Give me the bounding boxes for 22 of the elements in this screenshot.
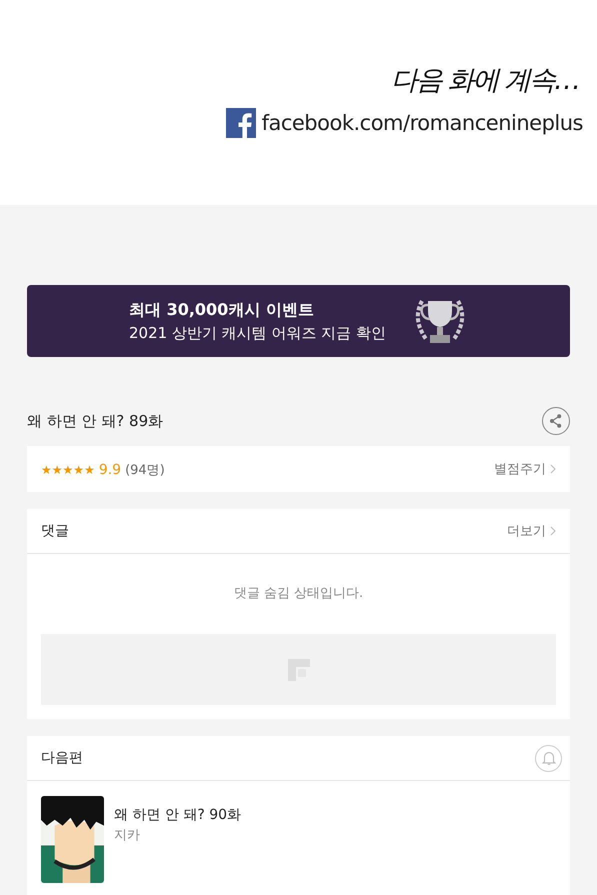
comments-heading: 댓글 — [41, 522, 69, 540]
star-rating: ★★★★★ — [41, 462, 95, 478]
share-icon — [548, 413, 564, 429]
banner-subtitle: 2021 상반기 캐시템 어워즈 지금 확인 — [129, 324, 386, 342]
next-episode-title[interactable]: 왜 하면 안 돼? 90화 — [114, 806, 242, 824]
banner-title: 최대 30,000캐시 이벤트 — [129, 300, 315, 320]
bell-icon — [540, 749, 558, 767]
event-banner[interactable]: 최대 30,000캐시 이벤트 2021 상반기 캐시템 어워즈 지금 확인 — [27, 285, 570, 357]
chevron-right-icon — [550, 464, 556, 474]
facebook-icon — [226, 108, 256, 138]
rating-count: (94명) — [125, 462, 165, 479]
continued-text: 다음 화에 계속… — [390, 64, 579, 98]
episode-title: 왜 하면 안 돼? 89화 — [27, 412, 164, 430]
next-episode-heading: 다음편 — [41, 749, 83, 767]
share-button[interactable] — [542, 407, 570, 435]
hidden-comments-notice: 댓글 숨김 상태입니다. — [232, 585, 364, 603]
rating-score: 9.9 — [98, 462, 122, 478]
chevron-right-icon — [550, 526, 556, 536]
facebook-link[interactable]: facebook.com/romancenineplus — [262, 111, 583, 135]
author-name: 지카 — [114, 827, 141, 844]
rate-link[interactable]: 별점주기 — [494, 460, 556, 478]
more-link[interactable]: 더보기 — [507, 522, 556, 540]
